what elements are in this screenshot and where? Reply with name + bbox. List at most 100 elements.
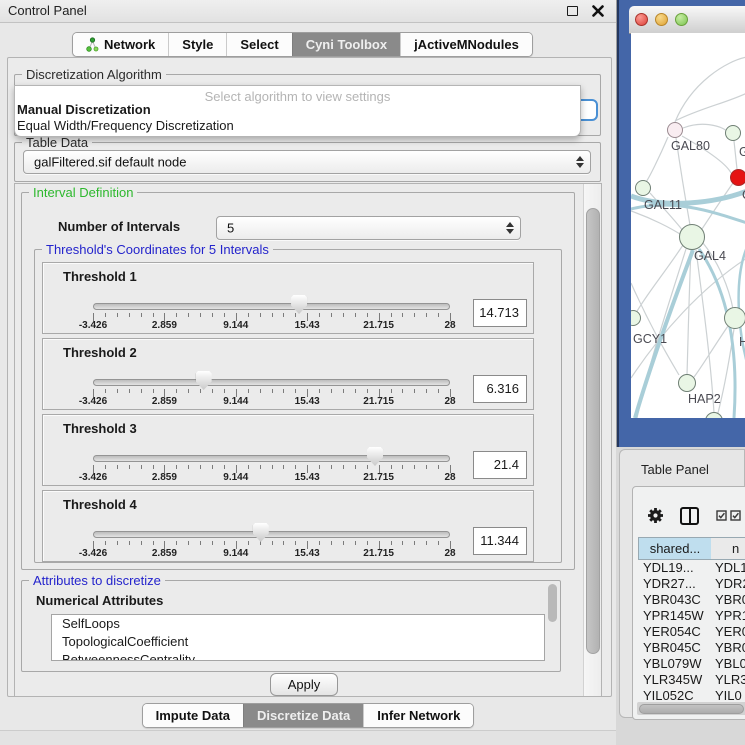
apply-button[interactable]: Apply xyxy=(270,673,338,696)
table-row[interactable]: YLR345WYLR3 xyxy=(638,672,745,688)
table-row[interactable]: YDL19...YDL1 xyxy=(638,560,745,576)
bottom-tab-bar: Impute Data Discretize DataInfer Network xyxy=(142,703,475,728)
table-data-combo[interactable]: galFiltered.sif default node xyxy=(23,150,591,174)
tab-jactivemnodules[interactable]: jActiveMNodules xyxy=(400,33,532,56)
tick-mark xyxy=(391,541,392,545)
tick-mark xyxy=(283,313,284,317)
tab-impute-data[interactable]: Impute Data xyxy=(143,704,243,727)
threshold-slider-track[interactable] xyxy=(93,455,450,462)
tick-mark xyxy=(224,541,225,545)
cell-shared-name: YBR045C xyxy=(643,640,701,656)
table-panel-title: Table Panel xyxy=(641,462,709,477)
tick-label: 28 xyxy=(444,548,455,559)
tick-mark xyxy=(391,313,392,317)
gal4-node[interactable] xyxy=(679,224,705,250)
right-node[interactable] xyxy=(724,307,745,329)
tick-mark xyxy=(200,465,201,469)
threshold-value-field[interactable]: 21.4 xyxy=(473,451,527,479)
threshold-slider-track[interactable] xyxy=(93,303,450,310)
tick-label: 21.715 xyxy=(363,320,394,331)
tick-mark xyxy=(129,313,130,317)
tab-network[interactable]: Network xyxy=(73,33,168,56)
tick-mark xyxy=(176,389,177,393)
threshold-value-field[interactable]: 14.713 xyxy=(473,299,527,327)
cell-name: YBL0 xyxy=(715,656,745,672)
checkbox-icon[interactable] xyxy=(716,510,727,521)
threshold-slider-track[interactable] xyxy=(93,531,450,538)
tick-label: 9.144 xyxy=(223,548,248,559)
tick-mark xyxy=(176,465,177,469)
table-panel-area: Table Panel xyxy=(616,447,745,745)
tick-mark xyxy=(188,465,189,469)
combo-value: 5 xyxy=(227,221,234,236)
tick-mark xyxy=(402,465,403,469)
tab-discretize-data[interactable]: Discretize Data xyxy=(243,704,363,727)
tick-mark xyxy=(117,465,118,469)
tick-mark xyxy=(391,389,392,393)
window-title: Control Panel xyxy=(8,3,87,18)
dropdown-option-equal-width-frequency[interactable]: Equal Width/Frequency Discretization xyxy=(17,118,234,133)
green-node-b[interactable] xyxy=(635,180,651,196)
close-traffic-light[interactable] xyxy=(635,13,648,26)
horizontal-scrollbar[interactable] xyxy=(637,702,745,715)
red-node[interactable] xyxy=(730,169,745,186)
tick-mark xyxy=(105,389,106,393)
numerical-attributes-list[interactable]: SelfLoopsTopologicalCoefficientBetweenne… xyxy=(51,614,545,661)
threshold-value-field[interactable]: 11.344 xyxy=(473,527,527,555)
threshold-slider-thumb[interactable] xyxy=(291,295,307,314)
table-row[interactable]: YBL079WYBL0 xyxy=(638,656,745,672)
column-header-name[interactable]: n xyxy=(711,537,745,560)
tab-infer-network[interactable]: Infer Network xyxy=(363,704,473,727)
columns-icon[interactable] xyxy=(680,507,699,525)
green-node-a[interactable] xyxy=(725,125,741,141)
pink-node[interactable] xyxy=(667,122,683,138)
checkbox-icon[interactable] xyxy=(730,510,741,521)
tab-cyni-toolbox[interactable]: Cyni Toolbox xyxy=(292,33,400,56)
gear-icon[interactable] xyxy=(647,507,664,524)
zoom-traffic-light[interactable] xyxy=(675,13,688,26)
column-header-shared-name[interactable]: shared... xyxy=(638,537,712,560)
table-row[interactable]: YIL052CYIL0 xyxy=(638,688,745,702)
tick-mark xyxy=(153,465,154,469)
tab-select[interactable]: Select xyxy=(226,33,291,56)
dropdown-option-manual-discretization[interactable]: Manual Discretization xyxy=(17,102,151,117)
attribute-item-betweennesscentrality[interactable]: BetweennessCentrality xyxy=(52,651,544,661)
tab-style[interactable]: Style xyxy=(168,33,226,56)
threshold-value-field[interactable]: 6.316 xyxy=(473,375,527,403)
tick-label: 28 xyxy=(444,320,455,331)
num-intervals-combo[interactable]: 5 xyxy=(216,216,521,240)
table-row[interactable]: YPR145WYPR1 xyxy=(638,608,745,624)
tick-label: -3.426 xyxy=(79,472,107,483)
network-canvas[interactable]: GAL80GAGAL11CGAL4GCY1HHAP2 xyxy=(631,33,745,418)
tick-mark xyxy=(343,313,344,317)
group-title: Discretization Algorithm xyxy=(22,67,166,82)
hap2-node[interactable] xyxy=(678,374,696,392)
attribute-item-topologicalcoefficient[interactable]: TopologicalCoefficient xyxy=(52,633,544,651)
tick-label: -3.426 xyxy=(79,548,107,559)
tick-mark xyxy=(319,313,320,317)
threshold-slider-thumb[interactable] xyxy=(253,523,269,542)
table-row[interactable]: YBR045CYBR0 xyxy=(638,640,745,656)
tick-mark xyxy=(295,465,296,469)
close-icon[interactable] xyxy=(592,5,604,17)
vertical-scrollbar[interactable] xyxy=(583,184,601,696)
threshold-slider-thumb[interactable] xyxy=(367,447,383,466)
scrollbar-thumb[interactable] xyxy=(639,704,744,714)
tab-label: Impute Data xyxy=(156,708,230,723)
tick-mark xyxy=(248,465,249,469)
table-row[interactable]: YDR27...YDR2 xyxy=(638,576,745,592)
table-row[interactable]: YER054CYER0 xyxy=(638,624,745,640)
threshold-slider-track[interactable] xyxy=(93,379,450,386)
attribute-item-selfloops[interactable]: SelfLoops xyxy=(52,615,544,633)
minimize-traffic-light[interactable] xyxy=(655,13,668,26)
threshold-slider-thumb[interactable] xyxy=(196,371,212,390)
cell-shared-name: YPR145W xyxy=(643,608,704,624)
cell-name: YBR0 xyxy=(715,592,745,608)
table-row[interactable]: YBR043CYBR0 xyxy=(638,592,745,608)
float-window-icon[interactable] xyxy=(567,6,578,16)
tick-mark xyxy=(117,313,118,317)
scrollbar-thumb[interactable] xyxy=(586,208,600,654)
attributes-list-scrollbar[interactable] xyxy=(548,584,557,622)
tick-label: 2.859 xyxy=(152,548,177,559)
tick-label: 15.43 xyxy=(295,320,320,331)
